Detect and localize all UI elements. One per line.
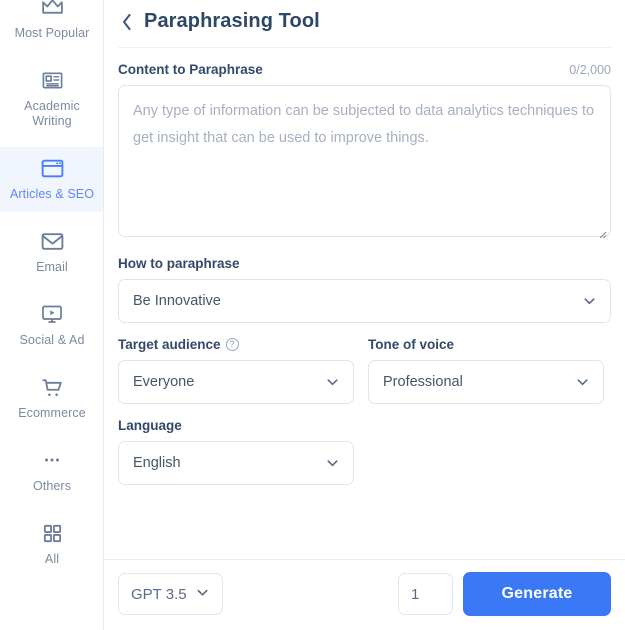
tone-of-voice-value: Professional	[383, 374, 463, 390]
shopping-cart-icon	[39, 374, 65, 400]
sidebar-item-label: All	[44, 552, 60, 566]
question-circle-icon[interactable]: ?	[225, 338, 239, 351]
crown-icon	[39, 0, 65, 20]
language-select-wrapper: English	[118, 441, 354, 485]
tone-of-voice-select[interactable]: Professional	[368, 360, 604, 404]
target-audience-value: Everyone	[133, 374, 195, 390]
model-select-value: GPT 3.5	[131, 585, 187, 603]
sidebar-item-label: Others	[32, 479, 72, 493]
chevron-down-icon	[575, 375, 590, 390]
grid-icon	[39, 520, 65, 546]
category-sidebar: Most Popular Academic Writing Articles &…	[0, 0, 104, 630]
chevron-down-icon	[325, 456, 340, 471]
sidebar-item-label: Articles & SEO	[9, 187, 95, 201]
target-audience-label: Target audience ?	[118, 337, 239, 352]
sidebar-item-ecommerce[interactable]: Ecommerce	[0, 366, 103, 431]
sidebar-item-label: Email	[36, 260, 68, 274]
panel-footer: GPT 3.5 Generate	[104, 559, 625, 630]
how-to-paraphrase-label-row: How to paraphrase	[118, 256, 611, 271]
ellipsis-icon	[39, 447, 65, 473]
target-audience-label-text: Target audience	[118, 337, 221, 352]
audience-tone-select-row: Everyone Professional	[118, 360, 611, 404]
sidebar-item-others[interactable]: Others	[0, 439, 103, 504]
sidebar-item-most-popular[interactable]: Most Popular	[0, 0, 103, 51]
sidebar-item-label: Ecommerce	[18, 406, 86, 420]
model-select[interactable]: GPT 3.5	[118, 573, 223, 615]
tool-form: Paraphrasing Tool Content to Paraphrase …	[104, 0, 625, 559]
content-textarea[interactable]	[118, 85, 611, 237]
content-field-label: Content to Paraphrase	[118, 62, 263, 77]
how-to-paraphrase-value: Be Innovative	[133, 293, 221, 309]
chevron-down-icon	[325, 375, 340, 390]
panel-header: Paraphrasing Tool	[118, 0, 611, 48]
sidebar-item-academic-writing[interactable]: Academic Writing	[0, 59, 103, 139]
browser-window-icon	[39, 155, 65, 181]
chevron-down-icon	[582, 294, 597, 309]
content-label-row: Content to Paraphrase 0/2,000	[118, 62, 611, 77]
sidebar-item-email[interactable]: Email	[0, 220, 103, 285]
language-label-row: Language	[118, 418, 611, 433]
target-audience-label-row: Target audience ?	[118, 337, 354, 352]
paraphrasing-tool-app: Most Popular Academic Writing Articles &…	[0, 0, 625, 630]
content-textarea-wrapper	[118, 85, 611, 242]
target-audience-select[interactable]: Everyone	[118, 360, 354, 404]
envelope-icon	[39, 228, 65, 254]
language-value: English	[133, 455, 181, 471]
tone-of-voice-label-row: Tone of voice	[368, 337, 604, 352]
language-select[interactable]: English	[118, 441, 354, 485]
sidebar-item-label: Academic Writing	[24, 99, 80, 128]
page-title: Paraphrasing Tool	[144, 10, 320, 32]
monitor-play-icon	[39, 301, 65, 327]
tone-of-voice-label: Tone of voice	[368, 337, 455, 352]
sidebar-item-label: Social & Ad	[19, 333, 85, 347]
language-label: Language	[118, 418, 182, 433]
audience-tone-label-row: Target audience ? Tone of voice	[118, 323, 611, 360]
chevron-left-icon[interactable]	[118, 11, 134, 33]
article-icon	[39, 67, 65, 93]
character-counter: 0/2,000	[569, 62, 611, 77]
how-to-paraphrase-select[interactable]: Be Innovative	[118, 279, 611, 323]
chevron-down-icon	[195, 585, 210, 604]
sidebar-item-social-ad[interactable]: Social & Ad	[0, 293, 103, 358]
how-to-paraphrase-label: How to paraphrase	[118, 256, 240, 271]
tool-panel: Paraphrasing Tool Content to Paraphrase …	[104, 0, 625, 630]
sidebar-item-articles-seo[interactable]: Articles & SEO	[0, 147, 103, 212]
sidebar-item-label: Most Popular	[14, 26, 90, 40]
generate-button[interactable]: Generate	[463, 572, 611, 616]
quantity-input[interactable]	[398, 573, 453, 615]
sidebar-item-all[interactable]: All	[0, 512, 103, 577]
